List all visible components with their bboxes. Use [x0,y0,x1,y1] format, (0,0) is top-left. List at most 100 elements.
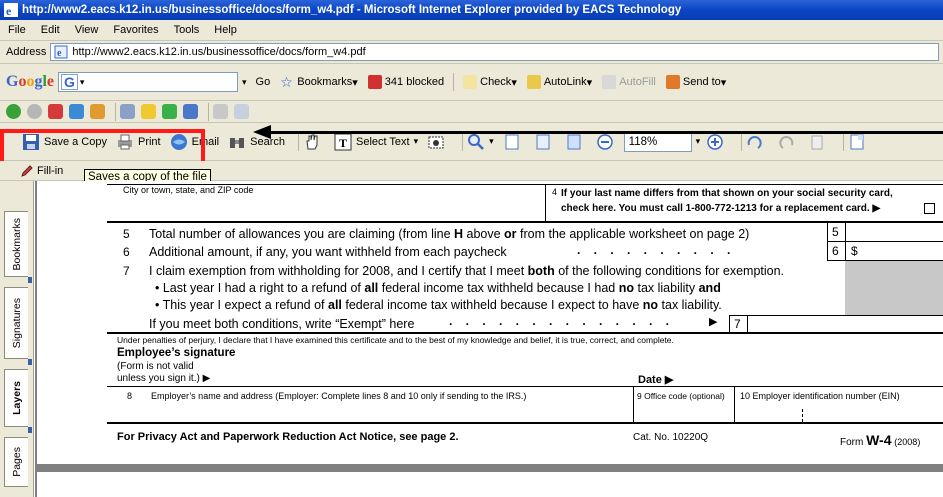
fit-page-button[interactable] [534,133,556,151]
zoom-in-button[interactable] [706,133,728,151]
menu-edit[interactable]: Edit [41,24,60,36]
google-go-button[interactable]: Go [256,76,271,88]
bullet2-c: federal income tax withheld because I ex… [341,298,643,312]
line5-text-c: above [463,227,505,241]
snapshot-button[interactable] [427,133,449,151]
form-rule [729,315,943,316]
menu-file[interactable]: File [8,24,26,36]
search-dropdown-icon[interactable]: ▾ [242,77,247,88]
menu-bar: File Edit View Favorites Tools Help [0,20,943,41]
zoom-dropdown-icon[interactable]: ▾ [489,136,494,147]
tab-layers[interactable]: Layers [4,369,28,427]
address-field[interactable]: e http://www2.eacs.k12.in.us/businessoff… [50,43,939,61]
zoom-tool-button[interactable]: ▾ [467,133,494,151]
menu-tools[interactable]: Tools [174,24,200,36]
address-label: Address [6,46,47,58]
line4-checkbox[interactable] [924,203,935,214]
bullet1-b: all [364,281,379,295]
favorites-icon[interactable] [141,104,156,119]
document-viewer[interactable]: City or town, state, and ZIP code 4 If y… [35,181,943,497]
pdf-page: City or town, state, and ZIP code 4 If y… [37,181,943,464]
toolbar-separator [462,132,464,151]
box6-label: 6 [832,244,839,258]
media-icon[interactable] [162,104,177,119]
sendto-label: Send to [682,76,721,88]
search-icon[interactable] [120,104,135,119]
box7-label: 7 [734,317,741,331]
spell-check-button[interactable]: Check ▾ [463,75,517,89]
zoom-level-dropdown-icon[interactable]: ▾ [696,136,701,147]
zoom-in-icon [707,133,723,150]
zoom-level-input[interactable]: 118% [623,131,692,152]
toolbar-separator [115,102,116,121]
page-layout-button[interactable] [848,133,870,151]
select-text-button[interactable]: T Select Text ▾ [334,133,418,151]
menu-view[interactable]: View [75,24,99,36]
google-search-input[interactable]: G ▾ [58,72,239,92]
annotation-arrow-head-icon [253,125,271,139]
line5-text-e: from the applicable worksheet on page 2) [516,227,750,241]
svg-text:T: T [339,136,347,150]
send-to-button[interactable]: Send to ▾ [665,75,726,89]
spellcheck-icon [463,75,478,89]
binoculars-icon [230,137,245,148]
autolink-label: AutoLink [543,76,587,88]
box6-dollar: $ [851,244,858,258]
tab-layers-label: Layers [10,381,23,415]
tab-bookmarks-label: Bookmarks [10,217,23,271]
bullet2-d: no [642,298,659,312]
send-icon [665,75,680,89]
stop-icon[interactable] [48,104,63,119]
popup-blocker-button[interactable]: 341 blocked [367,75,445,89]
address-url: http://www2.eacs.k12.in.us/businessoffic… [72,46,366,58]
fit-width-button[interactable] [565,133,587,151]
form-label: Form [840,437,864,448]
actual-size-button[interactable] [503,133,525,151]
toolbar-separator [843,132,845,151]
history-icon[interactable] [183,104,198,119]
line4-text: If your last name differs from that show… [561,188,893,199]
line5-text-a: Total number of allowances you are claim… [149,227,454,241]
actual-size-icon [505,134,519,149]
dropdown-arrow-icon[interactable]: ▾ [80,77,85,88]
exempt-arrow-icon: ▶ [709,316,718,328]
zoom-out-button[interactable] [596,133,618,151]
copy-icon [811,135,823,149]
form-rule [633,386,634,422]
fit-page-icon [536,134,550,149]
tab-pages[interactable]: Pages [4,437,28,487]
form-rule [107,221,943,223]
home-icon[interactable] [90,104,105,119]
tab-bookmarks[interactable]: Bookmarks [4,211,28,277]
refresh-icon[interactable] [69,104,84,119]
blocked-label: 341 blocked [384,76,445,88]
bookmarks-button[interactable]: ☆ Bookmarks ▾ [280,75,358,89]
print-page-icon[interactable] [234,104,249,119]
window-title: http://www2.eacs.k12.in.us/businessoffic… [22,4,682,16]
copy-button[interactable] [808,133,830,151]
select-text-dropdown-icon[interactable]: ▾ [414,136,419,147]
back-icon[interactable] [6,104,21,119]
autofill-button[interactable]: AutoFill [602,75,656,89]
menu-help[interactable]: Help [214,24,237,36]
google-logo: Google [6,73,55,90]
line6-text: Additional amount, if any, you want with… [149,245,507,259]
rotate-button[interactable] [746,133,768,151]
menu-favorites[interactable]: Favorites [113,24,158,36]
line4-text-cont: check here. You must call 1-800-772-1213… [561,203,881,214]
redo-button[interactable] [777,133,799,151]
hand-tool-button[interactable] [303,133,325,151]
line5-text: Total number of allowances you are claim… [149,227,749,241]
fill-in-button[interactable]: Fill-in [20,164,63,178]
mail-icon[interactable] [213,104,228,119]
autolink-button[interactable]: AutoLink ▾ [526,75,592,89]
form-rule [545,184,546,222]
tab-pages-label: Pages [10,447,23,477]
tab-signatures[interactable]: Signatures [4,287,28,359]
bullet1-f: and [698,281,721,295]
blocked-icon [367,75,382,89]
line10-text: 10 Employer identification number (EIN) [740,391,900,401]
forward-icon[interactable] [27,104,42,119]
line8-number: 8 [127,391,133,401]
bullet1-c: federal income tax withheld because I ha… [378,281,619,295]
